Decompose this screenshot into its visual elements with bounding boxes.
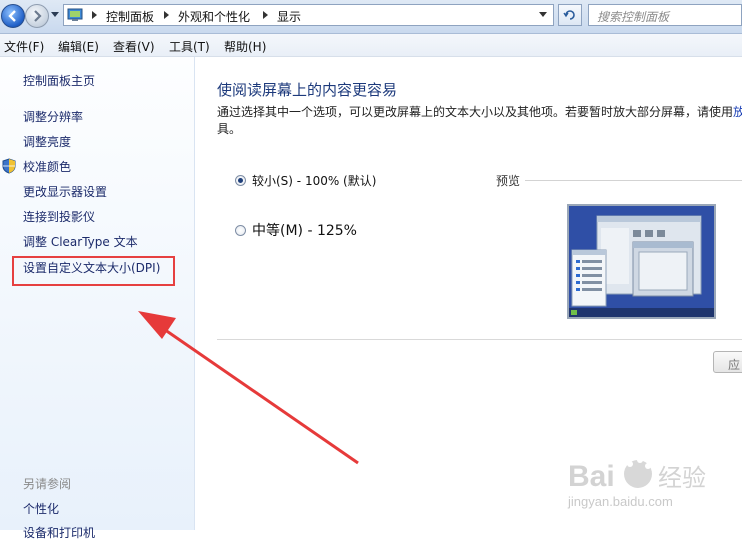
refresh-button[interactable] [558, 4, 582, 26]
description-line-2: 具。 [217, 122, 242, 136]
search-placeholder: 搜索控制面板 [597, 10, 670, 24]
radio-medium[interactable] [235, 225, 246, 236]
address-bar: 控制面板 外观和个性化 显示 搜索控制面板 [0, 0, 742, 34]
apply-button[interactable]: 应 [713, 351, 742, 373]
recent-pages-dropdown[interactable] [51, 12, 59, 17]
back-button[interactable] [1, 4, 25, 28]
chevron-right-icon[interactable] [164, 11, 169, 19]
sidebar-item-home[interactable]: 控制面板主页 [23, 72, 95, 89]
option-smaller-label[interactable]: 较小(S) - 100% (默认) [252, 172, 376, 189]
baidu-watermark-logo: Bai 经验 [568, 457, 706, 493]
control-panel-icon [67, 8, 83, 21]
shield-icon [2, 158, 16, 174]
breadcrumb-appearance[interactable]: 外观和个性化 [178, 8, 250, 25]
search-input[interactable]: 搜索控制面板 [588, 4, 742, 26]
menu-help[interactable]: 帮助(H) [224, 38, 266, 55]
address-history-dropdown[interactable] [539, 12, 547, 17]
watermark-url: jingyan.baidu.com [568, 494, 673, 509]
sidebar-item-cleartype[interactable]: 调整 ClearType 文本 [23, 233, 138, 250]
page-title: 使阅读屏幕上的内容更容易 [217, 81, 398, 99]
sidebar-item-personalize[interactable]: 个性化 [23, 500, 59, 517]
sidebar-item-brightness[interactable]: 调整亮度 [23, 133, 71, 150]
apply-button-label: 应 [728, 358, 741, 372]
preview-label: 预览 [496, 174, 521, 188]
sidebar-item-resolution[interactable]: 调整分辨率 [23, 108, 83, 125]
menu-view[interactable]: 查看(V) [113, 38, 155, 55]
breadcrumb[interactable]: 控制面板 外观和个性化 显示 [63, 4, 554, 26]
forward-button[interactable] [25, 4, 49, 28]
preview-image [567, 204, 716, 319]
menu-edit[interactable]: 编辑(E) [58, 38, 99, 55]
description-text: 通过选择其中一个选项，可以更改屏幕上的文本大小以及其他项。若要暂时放大部分屏幕，… [217, 105, 734, 119]
highlight-box [12, 256, 175, 286]
arrow-right-icon [34, 10, 42, 22]
radio-smaller[interactable] [235, 175, 246, 186]
option-medium-label[interactable]: 中等(M) - 125% [252, 220, 357, 240]
refresh-icon [563, 10, 575, 20]
sidebar-item-projector[interactable]: 连接到投影仪 [23, 208, 95, 225]
description-line-1: 通过选择其中一个选项，可以更改屏幕上的文本大小以及其他项。若要暂时放大部分屏幕，… [217, 103, 742, 120]
sidebar: 控制面板主页 调整分辨率 调整亮度 校准颜色 更改显示器设置 连接到投影仪 调整… [0, 57, 195, 540]
menu-file[interactable]: 文件(F) [4, 38, 44, 55]
sidebar-item-calibrate[interactable]: 校准颜色 [23, 158, 71, 175]
chevron-right-icon[interactable] [92, 11, 97, 19]
breadcrumb-control-panel[interactable]: 控制面板 [106, 8, 154, 25]
sidebar-item-monitor-settings[interactable]: 更改显示器设置 [23, 183, 107, 200]
sidebar-item-devices-printers[interactable]: 设备和打印机 [23, 524, 95, 541]
arrow-left-icon [8, 10, 16, 22]
svg-text:经验: 经验 [658, 464, 706, 492]
chevron-right-icon[interactable] [263, 11, 268, 19]
breadcrumb-display[interactable]: 显示 [277, 8, 301, 25]
magnifier-link[interactable]: 放 [733, 105, 742, 119]
see-also-label: 另请参阅 [23, 477, 72, 491]
preview-divider [525, 180, 742, 181]
menu-bar: 文件(F) 编辑(E) 查看(V) 工具(T) 帮助(H) [0, 34, 742, 57]
menu-tools[interactable]: 工具(T) [169, 38, 210, 55]
section-divider [217, 339, 742, 340]
svg-text:Bai: Bai [568, 460, 615, 493]
